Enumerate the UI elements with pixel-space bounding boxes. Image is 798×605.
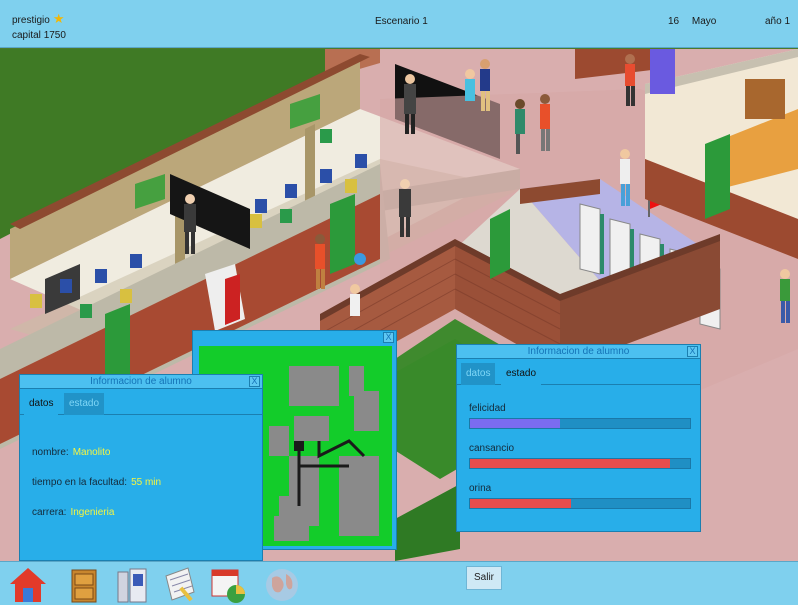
status-bar-fill xyxy=(470,499,572,508)
prestige-label: prestigio xyxy=(12,15,50,26)
bottom-toolbar: Salir xyxy=(0,561,798,605)
star-icon: ★ xyxy=(52,11,65,26)
minimap-close-button[interactable]: X xyxy=(383,332,394,343)
exit-button[interactable]: Salir xyxy=(466,566,502,590)
student-info-panel-estado[interactable]: Informacion de alumno X datos estado fel… xyxy=(456,344,701,532)
date-day: 16 xyxy=(668,16,680,27)
career-value: Ingenieria xyxy=(70,507,115,518)
tab-datos[interactable]: datos xyxy=(24,393,59,415)
capital-label: capital xyxy=(12,30,41,41)
tab-bar: datos estado xyxy=(20,389,262,415)
status-bar-label: felicidad xyxy=(469,403,506,414)
name-field: nombre: Manolito xyxy=(32,447,111,458)
status-bar-track xyxy=(469,418,691,429)
time-value: 55 min xyxy=(131,477,162,488)
close-button[interactable]: X xyxy=(249,376,260,387)
student-info-panel-datos[interactable]: Informacion de alumno X datos estado nom… xyxy=(19,374,263,561)
status-bar-track xyxy=(469,498,691,509)
panel-title-text: Informacion de alumno xyxy=(527,346,630,357)
panel-title: Informacion de alumno X xyxy=(20,375,262,389)
notepad-icon[interactable] xyxy=(160,566,200,604)
top-status-bar: prestigio ★ capital 1750 Escenario 1 16 M… xyxy=(0,0,798,48)
game-year: año 1 xyxy=(765,16,791,27)
home-icon[interactable] xyxy=(8,566,48,604)
name-value: Manolito xyxy=(72,447,111,458)
time-label: tiempo en la facultad: xyxy=(32,477,128,488)
status-bar-label: orina xyxy=(469,483,492,494)
date-month: Mayo xyxy=(691,16,717,27)
locker-icon[interactable] xyxy=(112,566,152,604)
tab-datos[interactable]: datos xyxy=(461,363,496,385)
status-bar-track xyxy=(469,458,691,469)
status-bar-fill xyxy=(470,419,561,428)
tab-estado[interactable]: estado xyxy=(64,393,105,415)
tab-estado[interactable]: estado xyxy=(501,363,542,385)
career-label: carrera: xyxy=(32,507,67,518)
cabinet-icon[interactable] xyxy=(64,566,104,604)
close-button[interactable]: X xyxy=(687,346,698,357)
calendar-chart-icon[interactable] xyxy=(208,566,248,604)
panel-title: Informacion de alumno X xyxy=(457,345,700,359)
status-bar-label: cansancio xyxy=(469,443,515,454)
status-left: prestigio ★ capital 1750 xyxy=(12,11,66,43)
status-bar-fill xyxy=(470,459,671,468)
globe-icon[interactable] xyxy=(262,566,302,604)
name-label: nombre: xyxy=(32,447,69,458)
capital-value: 1750 xyxy=(43,30,66,41)
panel-title-text: Informacion de alumno xyxy=(90,376,192,387)
career-field: carrera: Ingenieria xyxy=(32,507,114,518)
tab-bar: datos estado xyxy=(457,359,700,385)
game-date: 16 Mayo xyxy=(668,16,726,27)
scenario-title: Escenario 1 xyxy=(375,16,428,27)
time-field: tiempo en la facultad: 55 min xyxy=(32,477,161,488)
